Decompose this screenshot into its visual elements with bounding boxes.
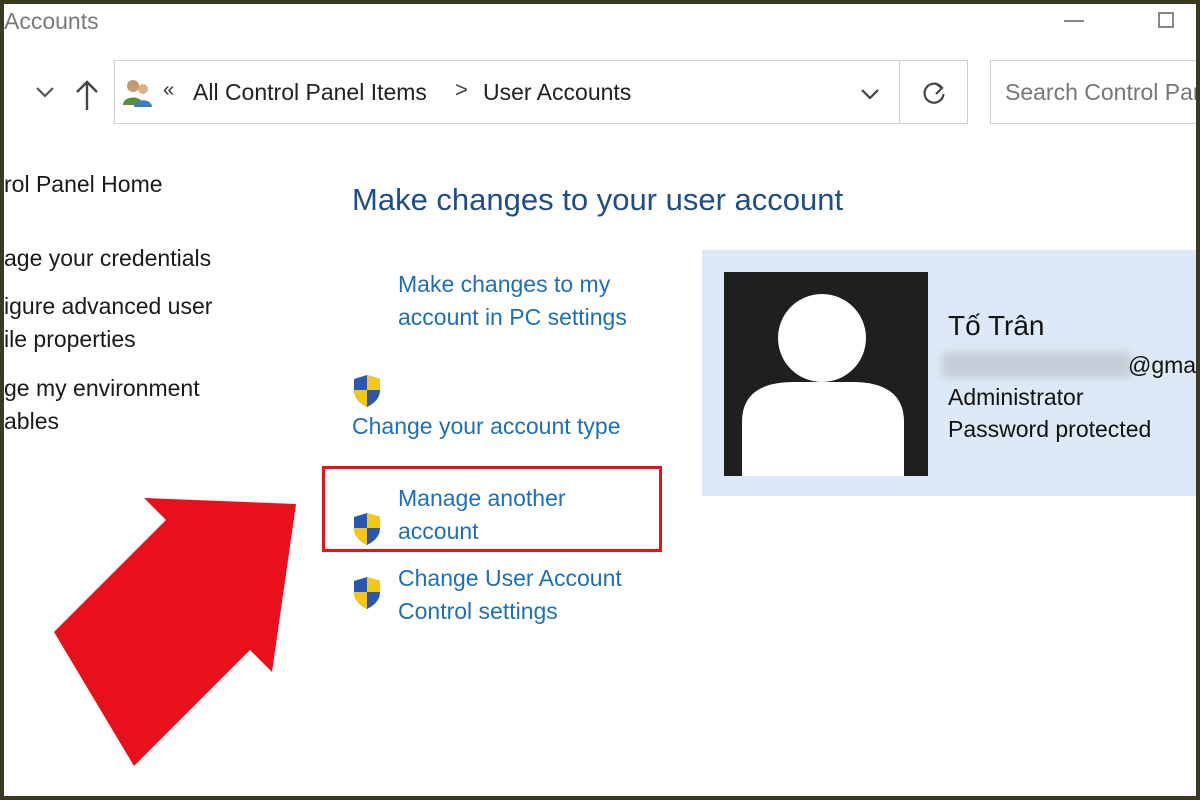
user-avatar-icon bbox=[742, 294, 904, 476]
window-title: Accounts bbox=[4, 8, 99, 34]
address-bar[interactable]: « All Control Panel Items > User Account… bbox=[114, 60, 900, 124]
breadcrumb-user-accounts[interactable]: User Accounts bbox=[483, 79, 631, 106]
sidebar-item-label: igure advanced user bbox=[4, 293, 213, 319]
account-email: @gmail bbox=[1128, 352, 1200, 378]
sidebar-item-label: ge my environment bbox=[4, 375, 200, 401]
pc-settings-link[interactable]: Make changes to my account in PC setting… bbox=[398, 268, 627, 334]
search-input[interactable] bbox=[1005, 79, 1196, 106]
sidebar-item-manage-credentials[interactable]: age your credentials bbox=[4, 242, 211, 275]
account-status: Password protected bbox=[948, 416, 1152, 442]
up-arrow-icon[interactable] bbox=[74, 78, 100, 112]
link-line: Control settings bbox=[398, 598, 558, 624]
link-line: Make changes to my bbox=[398, 271, 611, 297]
link-line: account in PC settings bbox=[398, 304, 627, 330]
window-frame: Accounts « All Control Panel Items > Use… bbox=[0, 0, 1200, 800]
breadcrumb-all-control-panel-items[interactable]: All Control Panel Items bbox=[193, 79, 427, 106]
search-box[interactable] bbox=[990, 60, 1196, 124]
avatar bbox=[724, 272, 928, 476]
page-title: Make changes to your user account bbox=[352, 182, 844, 217]
change-account-type-link[interactable]: Change your account type bbox=[352, 410, 621, 443]
highlight-box bbox=[322, 466, 662, 552]
breadcrumb-separator[interactable]: > bbox=[455, 77, 468, 103]
sidebar-item-label: age your credentials bbox=[4, 245, 212, 271]
account-role: Administrator bbox=[948, 384, 1084, 410]
sidebar-item-label: ables bbox=[4, 408, 59, 434]
address-overflow-chevron[interactable]: « bbox=[163, 79, 174, 102]
uac-shield-icon bbox=[354, 375, 380, 407]
sidebar-item-environment-variables[interactable]: ge my environment ables bbox=[4, 372, 200, 438]
sidebar-item-advanced-profile-properties[interactable]: igure advanced user ile properties bbox=[4, 290, 212, 356]
minimize-button[interactable] bbox=[1064, 20, 1084, 22]
recent-locations-chevron-icon[interactable] bbox=[34, 84, 56, 100]
link-line: Change User Account bbox=[398, 565, 622, 591]
uac-shield-icon bbox=[354, 577, 380, 609]
maximize-button[interactable] bbox=[1158, 12, 1174, 28]
sidebar-item-label: rol Panel Home bbox=[4, 171, 163, 197]
account-name: Tố Trân bbox=[948, 310, 1045, 341]
uac-settings-link[interactable]: Change User Account Control settings bbox=[398, 562, 622, 628]
chevron-down-icon[interactable] bbox=[855, 79, 885, 109]
refresh-icon bbox=[923, 82, 945, 104]
link-line: Change your account type bbox=[352, 413, 621, 439]
sidebar-item-label: ile properties bbox=[4, 326, 136, 352]
sidebar-item-control-panel-home[interactable]: rol Panel Home bbox=[4, 168, 163, 201]
refresh-button[interactable] bbox=[900, 60, 968, 124]
user-accounts-icon bbox=[123, 80, 152, 107]
email-redaction bbox=[942, 352, 1132, 378]
